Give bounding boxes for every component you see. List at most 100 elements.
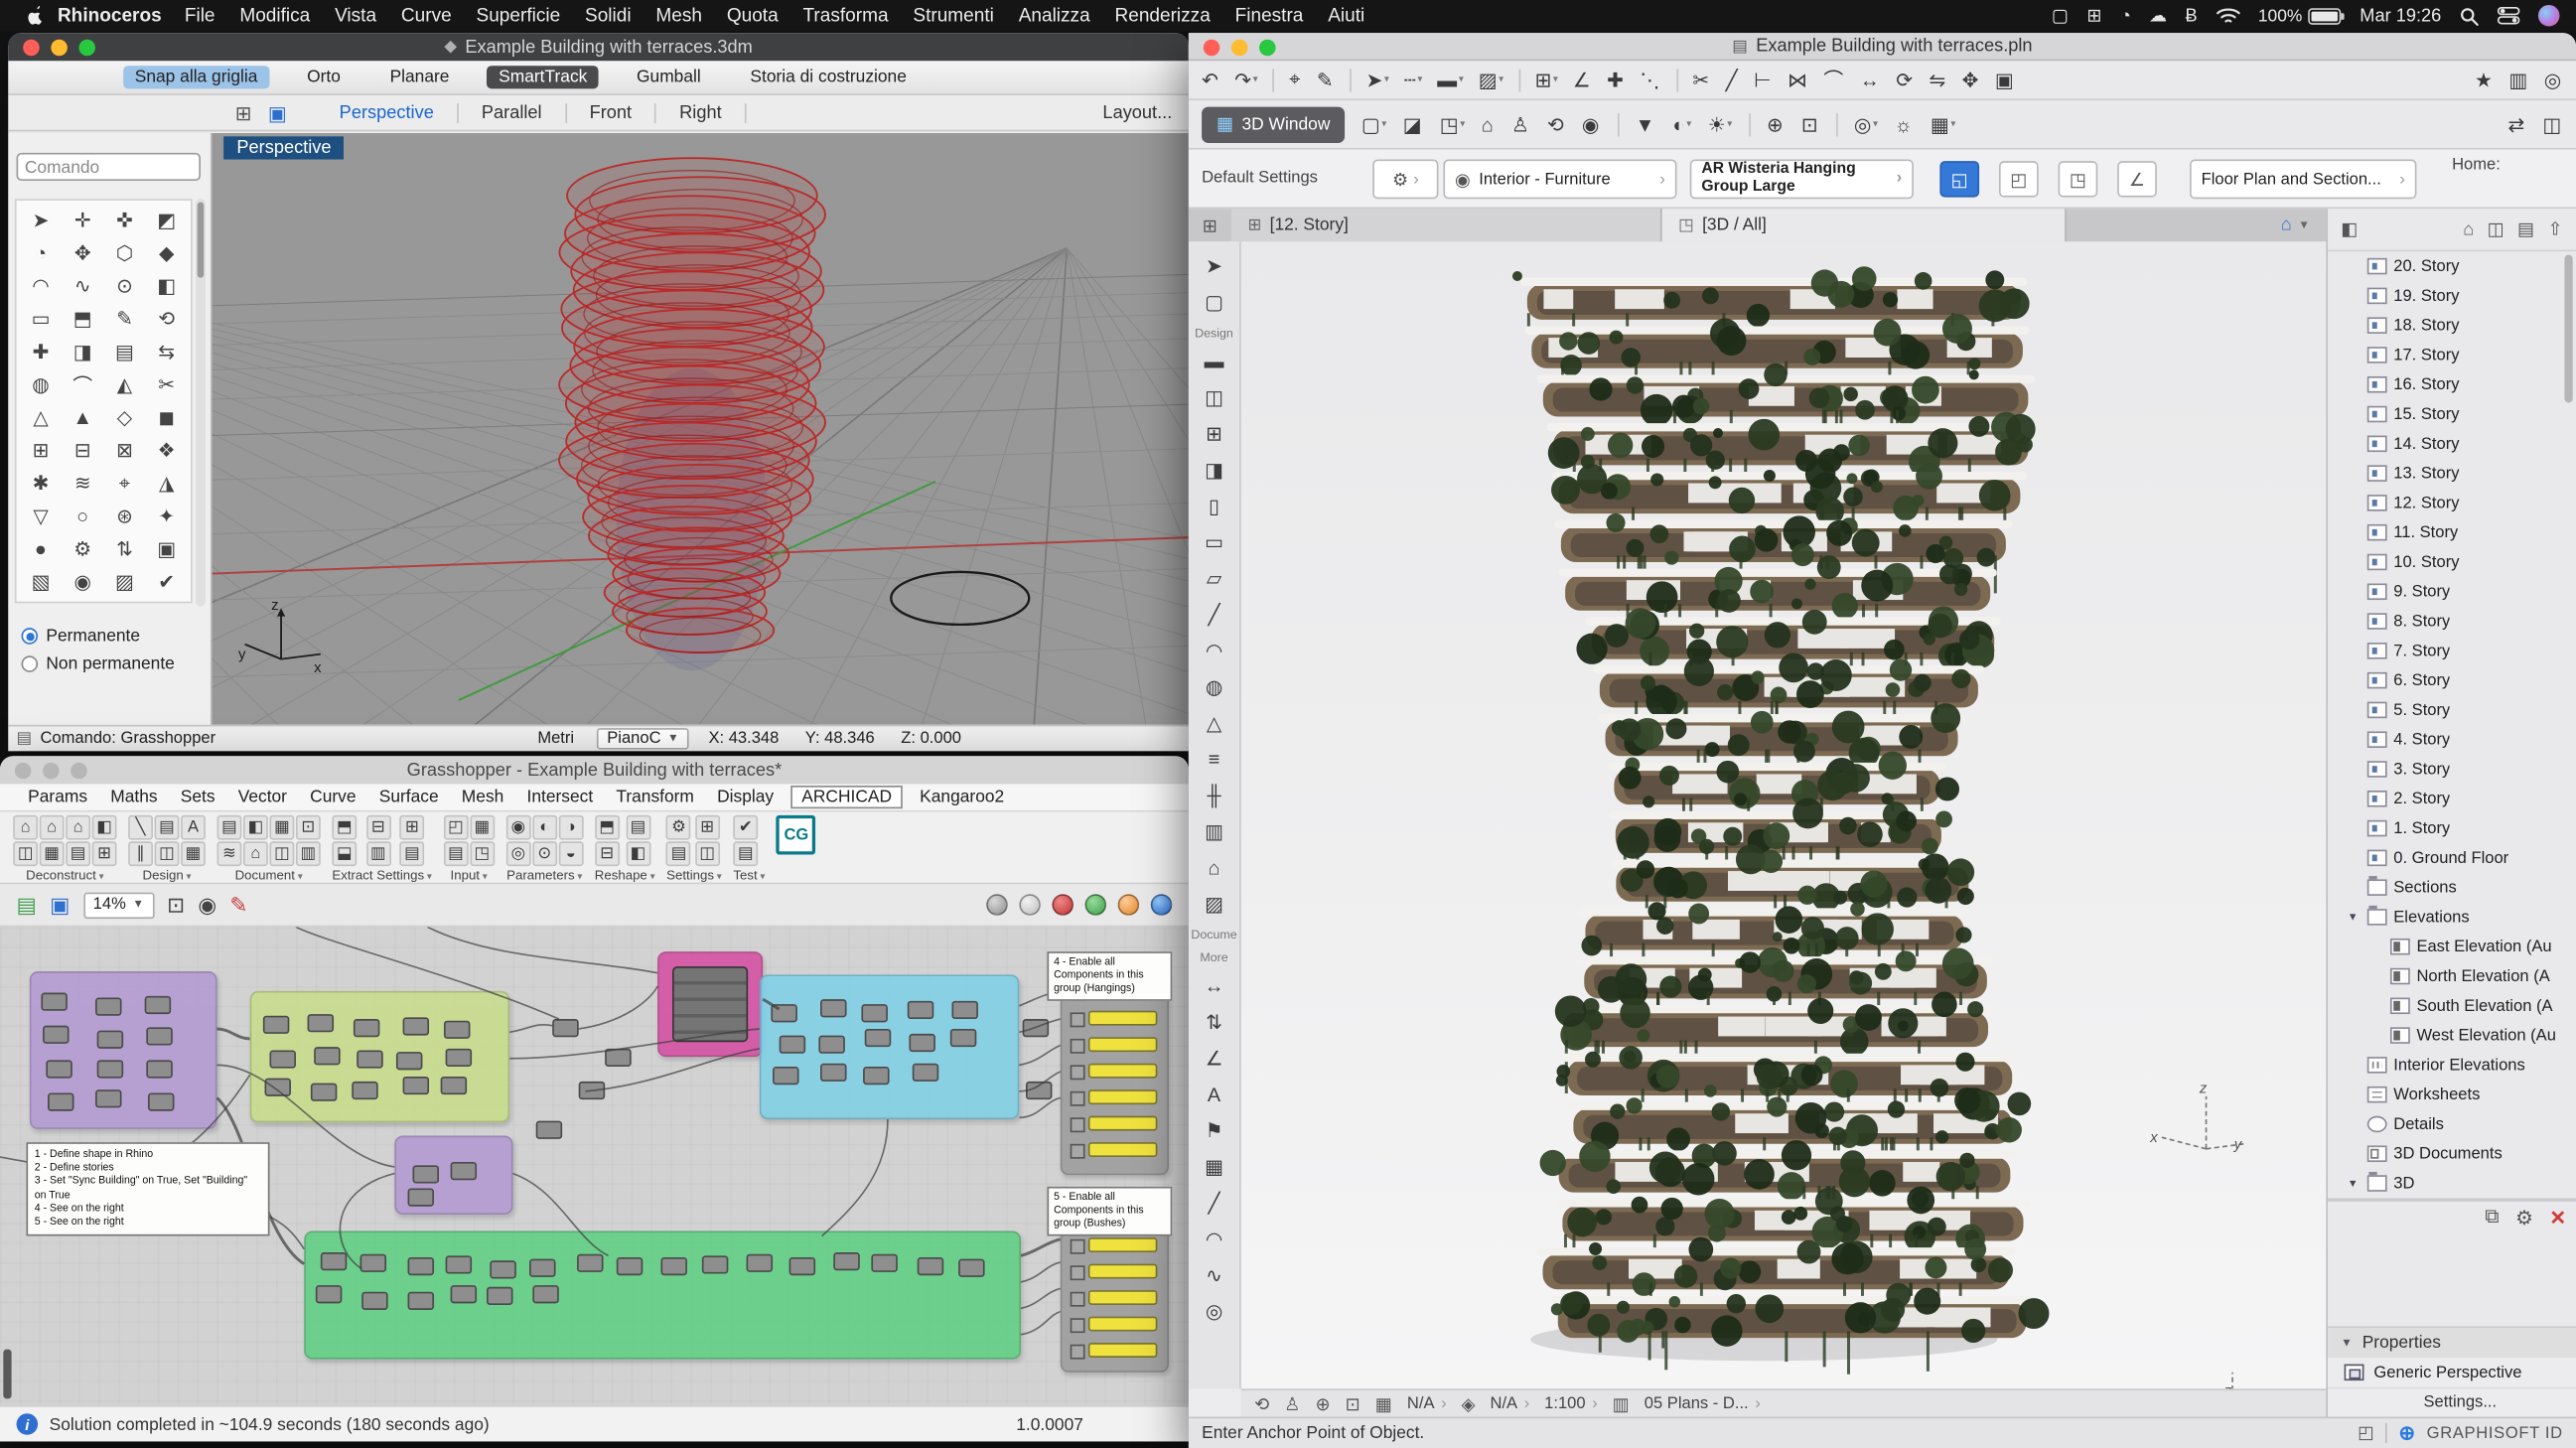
zoom-combo[interactable]: 14% ▼ [83,892,154,918]
default-settings-button[interactable]: ⚙› [1372,160,1438,200]
rhino-tool-icon[interactable]: ⌖ [103,467,145,500]
grasshopper-menu-tab[interactable]: Maths [99,788,170,807]
3d-marquee-icon[interactable]: ▢▾ [1361,112,1386,135]
osnap-radio-option[interactable]: Permanente [22,627,175,647]
layouts-combo[interactable]: 05 Plans - D...› [1645,1394,1761,1412]
snap-points-icon[interactable]: ⋱ [1640,69,1661,91]
anchor-bottom-icon[interactable]: ◳ [2059,161,2098,197]
rhino-tool-icon[interactable]: ➤ [20,204,62,236]
view-map-icon[interactable]: ◫ [2488,218,2504,240]
rhino-tool-icon[interactable]: ▽ [20,500,62,532]
filter-elements-icon[interactable]: ▼ [1636,112,1656,135]
rhino-tool-icon[interactable]: ▨ [103,565,145,598]
grasshopper-canvas[interactable]: 1 - Define shape in Rhino2 - Define stor… [0,927,1189,1405]
navigator-item[interactable]: East Elevation (Au [2328,932,2576,961]
palette-scrollbar[interactable] [196,199,206,606]
preview-custom-icon[interactable] [1085,894,1107,916]
navigator-item[interactable]: 0. Ground Floor [2328,843,2576,873]
rhino-tool-icon[interactable]: ◩ [146,204,188,236]
fit-in-window-icon[interactable]: ⊡ [1801,112,1819,135]
scissors-icon[interactable]: ✂ [1692,69,1710,91]
object-tool-icon[interactable]: ⌂ [1189,850,1239,886]
ribbon-component-icon[interactable]: ▤ [666,841,691,866]
find-select-icon[interactable]: ◎ [2544,69,2563,91]
menubar-item[interactable]: Renderizza [1114,6,1210,26]
line-type-icon[interactable]: ┄▾ [1404,69,1423,91]
view-tab[interactable]: ◳[3D / All] [1662,209,2067,241]
view-tab[interactable]: ⊞[12. Story] [1231,209,1662,241]
wifi-icon[interactable] [2216,7,2240,25]
rhino-tool-icon[interactable]: ▧ [20,565,62,598]
ribbon-component-icon[interactable]: ◒ [558,841,583,866]
menubar-item[interactable]: Mesh [655,6,702,26]
ribbon-component-icon[interactable]: ▤ [443,841,468,866]
rhino-tool-icon[interactable]: ✎ [103,303,145,336]
viewport-tab[interactable]: Right [656,102,747,122]
ribbon-component-icon[interactable]: ◫ [269,841,294,866]
rhino-tool-icon[interactable]: ⌒ [62,368,103,401]
3d-projections-icon[interactable]: ◳▾ [1440,112,1465,135]
grid-snap-icon[interactable]: ⊞▾ [1535,69,1558,91]
grasshopper-menu-tab[interactable]: Curve [299,788,368,807]
ribbon-component-icon[interactable]: ▤ [155,815,180,840]
ribbon-component-icon[interactable]: ◧ [92,815,117,840]
group-caption-hangings[interactable]: 4 - Enable all Components in this group … [1047,951,1172,1001]
orbit-icon[interactable]: ⟲ [1547,112,1565,135]
rhino-toggle-button[interactable]: Orto [296,66,353,88]
rhino-tool-icon[interactable]: ◨ [62,336,103,368]
navigator-item[interactable]: 8. Story [2328,607,2576,637]
orbit-nav-icon[interactable]: ⟲ [1254,1393,1269,1415]
explore-nav-icon[interactable]: ♙ [1284,1393,1300,1415]
active-app-name[interactable]: Rhinoceros [58,6,162,26]
navigator-item[interactable]: Sections [2328,873,2576,903]
render-icon[interactable]: ▦▾ [1931,112,1955,135]
redo-icon[interactable]: ↷▾ [1234,69,1257,91]
ribbon-component-icon[interactable]: ◧ [626,841,650,866]
line-tool-icon[interactable]: ╱ [1189,1185,1239,1221]
ribbon-component-icon[interactable]: ≋ [217,841,242,866]
arrow-tool-icon[interactable]: ➤ [1189,248,1239,284]
menubar-item[interactable]: Superficie [477,6,561,26]
ribbon-component-icon[interactable]: ▤ [66,841,90,866]
rhino-tool-icon[interactable]: ✛ [62,204,103,236]
ribbon-component-icon[interactable]: ▦ [470,815,495,840]
preview-shaded-icon[interactable] [1052,894,1073,916]
mesh-tool-icon[interactable]: △ [1189,705,1239,741]
rhino-tool-icon[interactable]: ✱ [20,467,62,500]
rhino-3d-model[interactable] [213,133,1189,725]
camera-icon[interactable]: ◎▾ [1854,112,1878,135]
stretch-icon[interactable]: ↔ [1860,69,1882,91]
rhino-tool-icon[interactable]: ◔ [20,236,62,269]
units-indicator[interactable]: Metri [537,730,574,748]
rotate-icon[interactable]: ⟳ [1896,69,1914,91]
rhino-tool-icon[interactable]: ⊙ [103,269,145,302]
save-file-icon[interactable]: ▣ [50,892,70,918]
library-manager-icon[interactable]: ▥ [2508,69,2528,91]
ribbon-group-label[interactable]: Document [217,868,321,883]
ribbon-component-icon[interactable]: ▥ [365,841,390,866]
minimize-button[interactable] [51,40,68,57]
layers-panel-icon[interactable]: ▣ [268,101,287,124]
zone-tool-icon[interactable]: ▨ [1189,886,1239,922]
rhino-tool-icon[interactable]: ≋ [62,467,103,500]
3d-styles-icon[interactable]: ◐▾ [1673,112,1692,135]
ribbon-component-icon[interactable]: ⊡ [296,815,321,840]
rhino-toggle-button[interactable]: Storia di costruzione [739,66,919,88]
rotation-angle-icon[interactable]: ∠ [2117,161,2157,197]
ribbon-component-icon[interactable]: ◫ [695,841,720,866]
grasshopper-menu-tab[interactable]: Kangaroo2 [909,788,1016,807]
tree-expand-icon[interactable]: ▼ [2348,1178,2361,1190]
close-button[interactable] [1204,40,1220,57]
drag-icon[interactable]: ✥ [1962,69,1980,91]
view-settings-combo[interactable]: Floor Plan and Section... › [2190,160,2416,200]
navigator-item[interactable]: 14. Story [2328,429,2576,459]
preview-eye-icon[interactable]: ◉ [198,892,216,918]
navigator-item[interactable]: 13. Story [2328,459,2576,489]
ribbon-component-icon[interactable]: CG [777,815,816,855]
ribbon-component-icon[interactable]: ⊞ [92,841,117,866]
navigator-item[interactable]: 4. Story [2328,725,2576,755]
ribbon-component-icon[interactable]: ⌂ [66,815,90,840]
rhino-tool-icon[interactable]: ⊞ [20,434,62,467]
navigator-item[interactable]: 10. Story [2328,547,2576,577]
angle-dimension-tool-icon[interactable]: ∠ [1189,1041,1239,1077]
